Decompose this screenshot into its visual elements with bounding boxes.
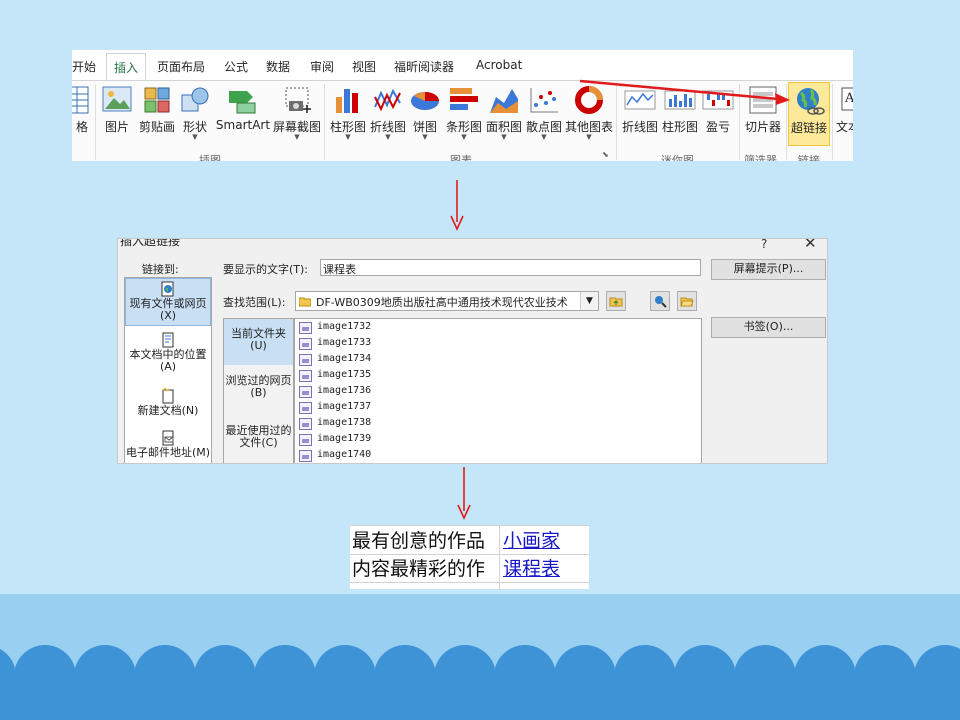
file-list[interactable]: image1732 image1733 image1734 image1735 … [294,318,702,463]
new-document-icon [162,388,174,404]
link-to-label: 链接到: [142,263,179,276]
file-name: image1736 [317,385,372,396]
tab-browsed-pages[interactable]: 浏览过的网页(B) [224,373,293,409]
email-icon [162,430,174,446]
result-row-1-label: 最有创意的作品 [352,530,486,552]
screentip-button[interactable]: 屏幕提示(P)... [711,259,826,280]
bookmark-button[interactable]: 书签(O)... [711,317,826,338]
close-icon[interactable]: ✕ [804,239,817,252]
up-folder-button[interactable] [606,291,626,311]
arrow-to-hyperlink [579,79,779,101]
cell-divider [499,526,500,590]
file-name: image1735 [317,369,372,380]
result-row-1-link[interactable]: 小画家 [503,528,560,554]
image-file-icon [299,434,312,446]
hyperlink-result-table: 最有创意的作品 小画家 内容最精彩的作 课程表 [350,525,589,590]
row-divider [350,582,589,583]
folder-icon [299,297,311,307]
browse-web-icon [655,296,667,308]
image-file-icon [299,322,312,334]
row-divider [350,554,589,555]
display-text-label: 要显示的文字(T): [223,263,309,276]
link-to-existing-file-label: 现有文件或网页(X) [129,297,207,322]
display-text-value: 课程表 [323,263,356,276]
link-to-place-in-document[interactable]: 本文档中的位置(A) [125,330,211,374]
result-row-2-label: 内容最精彩的作 [352,558,486,580]
image-file-icon [299,386,312,398]
file-name: image1739 [317,433,372,444]
link-to-existing-file[interactable]: 现有文件或网页(X) [125,278,211,326]
image-file-icon [299,418,312,430]
tab-current-folder[interactable]: 当前文件夹(U) [224,319,293,365]
browse-file-button[interactable] [677,291,697,311]
link-to-email-address-label: 电子邮件地址(M) [125,446,211,459]
link-to-place-in-document-label: 本文档中的位置(A) [129,348,207,373]
file-name: image1733 [317,337,372,348]
image-file-icon [299,450,312,462]
image-file-icon [299,370,312,382]
look-in-select[interactable]: DF-WB0309地质出版社高中通用技术现代农业技术 ▼ [295,291,599,311]
look-in-value: DF-WB0309地质出版社高中通用技术现代农业技术 [316,296,568,309]
link-to-new-document-label: 新建文档(N) [137,404,199,417]
place-in-document-icon [162,332,174,348]
display-text-input[interactable]: 课程表 [320,259,701,276]
tab-recent-files[interactable]: 最近使用过的文件(C) [224,423,293,463]
image-file-icon [299,354,312,366]
browse-tabs: 当前文件夹(U) 浏览过的网页(B) 最近使用过的文件(C) [223,318,294,463]
file-name: image1738 [317,417,372,428]
look-in-label: 查找范围(L): [223,296,286,309]
file-name: image1734 [317,353,372,364]
image-file-icon [299,338,312,350]
chevron-down-icon[interactable]: ▼ [580,292,598,310]
dialog-title: 插入超链接 [120,238,181,248]
file-name: image1732 [317,321,372,332]
open-folder-icon [680,297,694,307]
insert-hyperlink-dialog: 插入超链接 ? ✕ 链接到: 现有文件或网页(X) 本文档中的位置(A) 新建文… [117,238,828,464]
arrow-head [775,93,790,105]
result-row-2-link[interactable]: 课程表 [503,556,560,582]
image-file-icon [299,402,312,414]
existing-file-icon [161,281,174,297]
up-folder-icon [609,297,623,307]
file-name: image1740 [317,449,372,460]
link-to-panel: 现有文件或网页(X) 本文档中的位置(A) 新建文档(N) 电子邮件地址(M) [124,277,212,463]
link-to-email-address[interactable]: 电子邮件地址(M) [125,428,211,463]
help-icon[interactable]: ? [761,239,767,251]
link-to-new-document[interactable]: 新建文档(N) [125,386,211,420]
browse-web-button[interactable] [650,291,670,311]
file-name: image1737 [317,401,372,412]
